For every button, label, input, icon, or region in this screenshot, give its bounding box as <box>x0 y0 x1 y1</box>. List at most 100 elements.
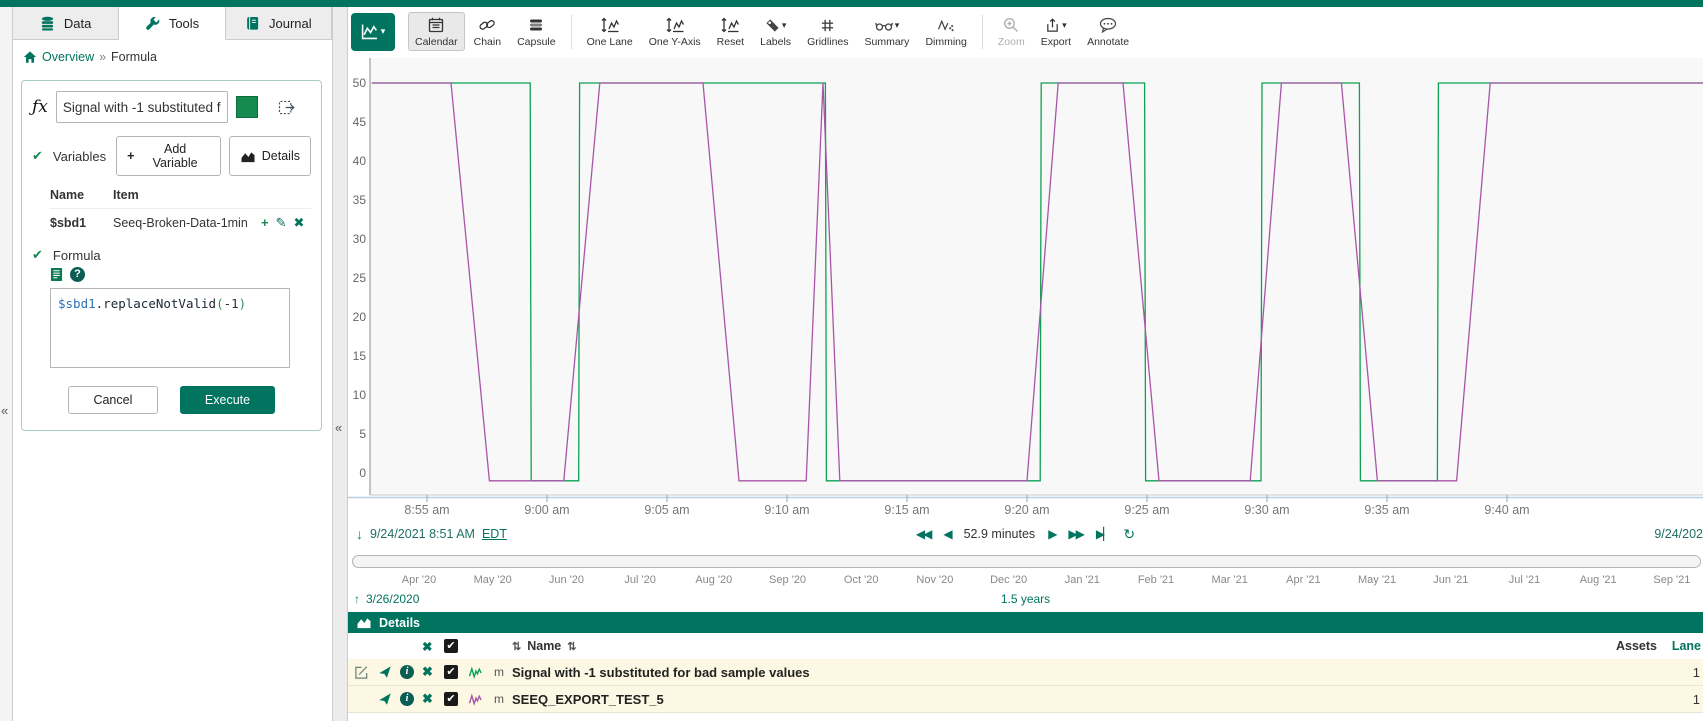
formula-doc-icon[interactable] <box>50 267 63 282</box>
details-button[interactable]: Details <box>229 136 311 176</box>
duration-label[interactable]: 52.9 minutes <box>964 527 1036 541</box>
chart-svg[interactable]: 504540353025201510508:55 am9:00 am9:05 a… <box>348 56 1703 518</box>
sidebar-divider-rail[interactable]: « <box>332 7 348 721</box>
summary-button[interactable]: ▾Summary <box>858 12 917 51</box>
timeline-slider[interactable] <box>352 555 1701 568</box>
tab-label: Data <box>64 16 91 31</box>
sort-icon[interactable]: ⇅ <box>512 640 521 653</box>
refresh-button[interactable]: ↻ <box>1123 526 1135 543</box>
capsule-button[interactable]: Capsule <box>510 12 563 51</box>
y-axis-tick-label: 15 <box>353 349 367 363</box>
remove-x-icon[interactable]: ✖ <box>294 215 305 231</box>
edit-item-icon[interactable] <box>354 665 378 680</box>
edit-pencil-icon[interactable]: ✎ <box>276 215 287 231</box>
annotate-button[interactable]: Annotate <box>1080 12 1136 51</box>
tab-journal[interactable]: Journal <box>226 7 332 39</box>
lane-column-header[interactable]: Lane▲ <box>1657 639 1703 653</box>
timezone-link[interactable]: EDT <box>482 527 507 541</box>
row-checkbox[interactable]: ✔ <box>444 692 458 706</box>
caret-down-icon: ▾ <box>895 20 900 31</box>
toolbar-separator <box>571 15 572 49</box>
book-icon <box>245 16 260 31</box>
one-lane-button[interactable]: One Lane <box>580 12 640 51</box>
cancel-button[interactable]: Cancel <box>68 386 158 414</box>
row-checkbox[interactable]: ✔ <box>444 665 458 679</box>
lane-value: 1 <box>1657 665 1703 680</box>
breadcrumb-overview-link[interactable]: Overview <box>42 50 94 64</box>
timeline-months: Apr '20May '20Jun '20Jul '20Aug '20Sep '… <box>348 574 1703 592</box>
annotate-icon <box>1099 17 1117 33</box>
labels-button[interactable]: ▾Labels <box>753 12 798 51</box>
pan-fast-back-button[interactable]: ◀◀ <box>916 527 930 541</box>
step-to-end-button[interactable]: ▶▏ <box>1096 527 1110 541</box>
formula-label: Formula <box>53 248 101 263</box>
display-range-row: ↓ 9/24/2021 8:51 AM EDT ◀◀ ◀ 52.9 minute… <box>348 518 1703 550</box>
item-name[interactable]: Signal with -1 substituted for bad sampl… <box>512 665 1587 680</box>
remove-item-icon[interactable]: ✖ <box>422 664 444 680</box>
trend-select-button[interactable]: ▾ <box>351 13 395 51</box>
sidebar-tabs: Data ToolsJournal <box>13 7 332 40</box>
x-axis-tick-label: 9:00 am <box>524 503 569 517</box>
item-name[interactable]: SEEQ_EXPORT_TEST_5 <box>512 692 1587 707</box>
month-label: Jul '21 <box>1509 574 1540 586</box>
month-label: Jan '21 <box>1065 574 1100 586</box>
gridlines-button[interactable]: Gridlines <box>800 12 855 51</box>
x-axis-tick-label: 9:15 am <box>884 503 929 517</box>
x-axis-tick-label: 8:55 am <box>404 503 449 517</box>
display-range-start[interactable]: 9/24/2021 8:51 AM <box>370 527 475 541</box>
dimming-button[interactable]: Dimming <box>918 12 973 51</box>
formula-code-editor[interactable]: $sbd1.replaceNotValid(-1) <box>50 288 290 368</box>
tab-data[interactable]: Data <box>13 7 119 39</box>
breadcrumb-current: Formula <box>111 50 157 64</box>
help-icon[interactable]: ? <box>70 267 85 282</box>
info-icon[interactable]: i <box>400 665 422 679</box>
pan-forward-button[interactable]: ▶ <box>1048 527 1055 541</box>
tab-tools[interactable]: Tools <box>119 7 225 40</box>
toolbar-button-label: One Y-Axis <box>649 36 701 48</box>
y-axis-tick-label: 30 <box>353 232 367 246</box>
info-icon[interactable]: i <box>400 692 422 706</box>
reset-button[interactable]: Reset <box>710 12 751 51</box>
assets-column-header[interactable]: Assets <box>1587 639 1657 653</box>
area-chart-icon <box>356 616 372 629</box>
investigate-start-date[interactable]: 3/26/2020 <box>366 592 419 606</box>
jump-to-trend-icon[interactable] <box>378 692 400 706</box>
x-axis-tick-label: 9:40 am <box>1484 503 1529 517</box>
calendar-button[interactable]: Calendar <box>408 12 465 51</box>
name-column-header[interactable]: Name <box>527 639 561 653</box>
collapse-sidebar-icon[interactable]: « <box>335 420 342 435</box>
zoom-button: Zoom <box>991 12 1032 51</box>
trend-chart[interactable]: 504540353025201510508:55 am9:00 am9:05 a… <box>348 56 1703 518</box>
one-y-axis-button[interactable]: One Y-Axis <box>642 12 708 51</box>
add-variable-button[interactable]: +Add Variable <box>116 136 221 176</box>
zoom-icon <box>1003 17 1019 33</box>
execute-button[interactable]: Execute <box>180 386 275 414</box>
display-range-end[interactable]: 9/24/202 <box>1654 527 1703 541</box>
jump-to-trend-icon[interactable] <box>378 665 400 679</box>
remove-item-icon[interactable]: ✖ <box>422 691 444 707</box>
home-icon[interactable] <box>23 50 37 64</box>
formula-name-input[interactable] <box>56 91 228 123</box>
remove-all-icon[interactable]: ✖ <box>422 639 444 654</box>
chain-button[interactable]: Chain <box>467 12 508 51</box>
variable-row: $sbd1 Seeq-Broken-Data-1min + ✎ ✖ <box>50 208 311 231</box>
collapse-left-icon[interactable]: « <box>1 403 8 418</box>
sort-icon[interactable]: ⇅ <box>567 640 576 653</box>
left-collapse-rail[interactable]: « <box>0 7 13 721</box>
toolbar-button-label: Zoom <box>998 36 1025 48</box>
add-icon[interactable]: + <box>261 215 269 231</box>
color-swatch-button[interactable] <box>236 96 258 118</box>
investigate-range-label[interactable]: 1.5 years <box>1001 592 1050 606</box>
variables-table: Name Item $sbd1 Seeq-Broken-Data-1min + … <box>50 188 311 231</box>
dock-panel-icon[interactable] <box>278 100 296 115</box>
month-label: Aug '21 <box>1580 574 1617 586</box>
select-all-checkbox[interactable]: ✔ <box>444 639 458 653</box>
pan-fast-forward-button[interactable]: ▶▶ <box>1068 527 1082 541</box>
pan-back-button[interactable]: ◀ <box>943 527 950 541</box>
toolbar-button-label: Annotate <box>1087 36 1129 48</box>
month-label: Mar '21 <box>1212 574 1248 586</box>
y-axis-tick-label: 50 <box>353 76 367 90</box>
fx-icon: ƒx <box>32 97 48 117</box>
plus-icon: + <box>127 149 134 163</box>
export-button[interactable]: ▾Export <box>1034 12 1078 51</box>
